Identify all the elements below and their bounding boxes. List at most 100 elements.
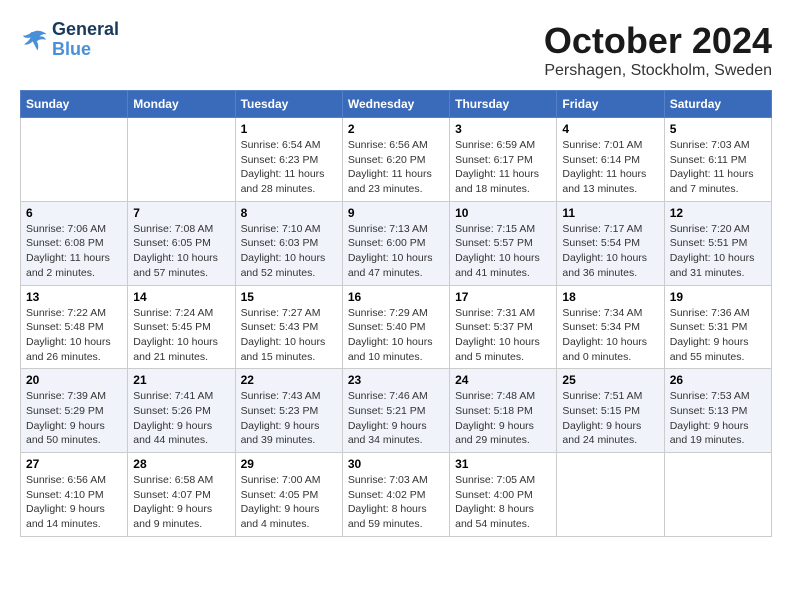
calendar-cell: 12Sunrise: 7:20 AMSunset: 5:51 PMDayligh… xyxy=(664,201,771,285)
week-row-5: 27 Sunrise: 6:56 AMSunset: 4:10 PMDayligh… xyxy=(21,453,772,537)
week-row-3: 13 Sunrise: 7:22 AMSunset: 5:48 PMDayligh… xyxy=(21,285,772,369)
day-info: Sunrise: 7:00 AMSunset: 4:05 PMDaylight:… xyxy=(241,473,337,532)
day-info: Sunrise: 7:51 AMSunset: 5:15 PMDaylight:… xyxy=(562,389,658,448)
day-number: 31 xyxy=(455,457,551,471)
day-number: 22 xyxy=(241,373,337,387)
calendar-cell: 16 Sunrise: 7:29 AMSunset: 5:40 PMDayligh… xyxy=(342,285,449,369)
day-header-sunday: Sunday xyxy=(21,91,128,118)
day-number: 29 xyxy=(241,457,337,471)
day-number: 13 xyxy=(26,290,122,304)
calendar-cell: 1 Sunrise: 6:54 AMSunset: 6:23 PMDaylight… xyxy=(235,118,342,202)
day-info: Sunrise: 7:41 AMSunset: 5:26 PMDaylight:… xyxy=(133,389,229,448)
calendar-cell: 10 Sunrise: 7:15 AMSunset: 5:57 PMDayligh… xyxy=(450,201,557,285)
day-info: Sunrise: 6:54 AMSunset: 6:23 PMDaylight:… xyxy=(241,138,337,197)
day-number: 12 xyxy=(670,206,766,220)
calendar-cell: 28 Sunrise: 6:58 AMSunset: 4:07 PMDayligh… xyxy=(128,453,235,537)
calendar-cell: 19Sunrise: 7:36 AMSunset: 5:31 PMDayligh… xyxy=(664,285,771,369)
day-info: Sunrise: 7:34 AMSunset: 5:34 PMDaylight:… xyxy=(562,306,658,365)
day-info: Sunrise: 6:56 AMSunset: 4:10 PMDaylight:… xyxy=(26,473,122,532)
calendar-cell: 22 Sunrise: 7:43 AMSunset: 5:23 PMDayligh… xyxy=(235,369,342,453)
month-title: October 2024 xyxy=(544,20,772,62)
logo-icon xyxy=(20,26,48,54)
day-header-thursday: Thursday xyxy=(450,91,557,118)
day-info: Sunrise: 7:17 AMSunset: 5:54 PMDaylight:… xyxy=(562,222,658,281)
day-info: Sunrise: 7:15 AMSunset: 5:57 PMDaylight:… xyxy=(455,222,551,281)
logo-text: General Blue xyxy=(52,20,119,60)
calendar-cell: 20Sunrise: 7:39 AMSunset: 5:29 PMDayligh… xyxy=(21,369,128,453)
day-number: 21 xyxy=(133,373,229,387)
calendar-cell: 30Sunrise: 7:03 AMSunset: 4:02 PMDayligh… xyxy=(342,453,449,537)
calendar-cell: 26 Sunrise: 7:53 AMSunset: 5:13 PMDayligh… xyxy=(664,369,771,453)
calendar-cell: 31 Sunrise: 7:05 AMSunset: 4:00 PMDayligh… xyxy=(450,453,557,537)
day-info: Sunrise: 7:22 AMSunset: 5:48 PMDaylight:… xyxy=(26,306,122,365)
day-info: Sunrise: 6:56 AMSunset: 6:20 PMDaylight:… xyxy=(348,138,444,197)
day-info: Sunrise: 7:05 AMSunset: 4:00 PMDaylight:… xyxy=(455,473,551,532)
day-number: 4 xyxy=(562,122,658,136)
calendar-cell: 25 Sunrise: 7:51 AMSunset: 5:15 PMDayligh… xyxy=(557,369,664,453)
calendar-cell: 6Sunrise: 7:06 AMSunset: 6:08 PMDaylight… xyxy=(21,201,128,285)
header-row: SundayMondayTuesdayWednesdayThursdayFrid… xyxy=(21,91,772,118)
day-number: 3 xyxy=(455,122,551,136)
day-number: 26 xyxy=(670,373,766,387)
day-header-saturday: Saturday xyxy=(664,91,771,118)
day-number: 8 xyxy=(241,206,337,220)
day-info: Sunrise: 7:08 AMSunset: 6:05 PMDaylight:… xyxy=(133,222,229,281)
day-number: 7 xyxy=(133,206,229,220)
day-info: Sunrise: 7:46 AMSunset: 5:21 PMDaylight:… xyxy=(348,389,444,448)
calendar-cell xyxy=(557,453,664,537)
day-info: Sunrise: 7:43 AMSunset: 5:23 PMDaylight:… xyxy=(241,389,337,448)
day-number: 27 xyxy=(26,457,122,471)
day-number: 16 xyxy=(348,290,444,304)
day-number: 17 xyxy=(455,290,551,304)
page-header: General Blue October 2024 Pershagen, Sto… xyxy=(20,20,772,80)
day-number: 28 xyxy=(133,457,229,471)
calendar-cell: 13 Sunrise: 7:22 AMSunset: 5:48 PMDayligh… xyxy=(21,285,128,369)
day-number: 9 xyxy=(348,206,444,220)
location-title: Pershagen, Stockholm, Sweden xyxy=(544,62,772,80)
day-info: Sunrise: 7:01 AMSunset: 6:14 PMDaylight:… xyxy=(562,138,658,197)
day-info: Sunrise: 7:27 AMSunset: 5:43 PMDaylight:… xyxy=(241,306,337,365)
calendar-cell: 23 Sunrise: 7:46 AMSunset: 5:21 PMDayligh… xyxy=(342,369,449,453)
day-number: 2 xyxy=(348,122,444,136)
week-row-2: 6Sunrise: 7:06 AMSunset: 6:08 PMDaylight… xyxy=(21,201,772,285)
day-number: 10 xyxy=(455,206,551,220)
day-number: 6 xyxy=(26,206,122,220)
calendar-cell xyxy=(21,118,128,202)
day-number: 19 xyxy=(670,290,766,304)
day-number: 15 xyxy=(241,290,337,304)
day-info: Sunrise: 7:29 AMSunset: 5:40 PMDaylight:… xyxy=(348,306,444,365)
calendar-cell xyxy=(664,453,771,537)
calendar-cell: 11 Sunrise: 7:17 AMSunset: 5:54 PMDayligh… xyxy=(557,201,664,285)
calendar-cell: 2 Sunrise: 6:56 AMSunset: 6:20 PMDaylight… xyxy=(342,118,449,202)
day-header-wednesday: Wednesday xyxy=(342,91,449,118)
day-number: 25 xyxy=(562,373,658,387)
day-info: Sunrise: 7:03 AMSunset: 6:11 PMDaylight:… xyxy=(670,138,766,197)
logo: General Blue xyxy=(20,20,119,60)
day-info: Sunrise: 7:13 AMSunset: 6:00 PMDaylight:… xyxy=(348,222,444,281)
day-number: 11 xyxy=(562,206,658,220)
calendar-cell: 7 Sunrise: 7:08 AMSunset: 6:05 PMDaylight… xyxy=(128,201,235,285)
calendar-cell xyxy=(128,118,235,202)
day-info: Sunrise: 7:24 AMSunset: 5:45 PMDaylight:… xyxy=(133,306,229,365)
calendar-cell: 21 Sunrise: 7:41 AMSunset: 5:26 PMDayligh… xyxy=(128,369,235,453)
calendar-cell: 15 Sunrise: 7:27 AMSunset: 5:43 PMDayligh… xyxy=(235,285,342,369)
day-info: Sunrise: 7:03 AMSunset: 4:02 PMDaylight:… xyxy=(348,473,444,532)
day-info: Sunrise: 7:48 AMSunset: 5:18 PMDaylight:… xyxy=(455,389,551,448)
calendar-cell: 9 Sunrise: 7:13 AMSunset: 6:00 PMDaylight… xyxy=(342,201,449,285)
day-number: 20 xyxy=(26,373,122,387)
title-block: October 2024 Pershagen, Stockholm, Swede… xyxy=(544,20,772,80)
day-info: Sunrise: 7:53 AMSunset: 5:13 PMDaylight:… xyxy=(670,389,766,448)
calendar-cell: 29 Sunrise: 7:00 AMSunset: 4:05 PMDayligh… xyxy=(235,453,342,537)
day-info: Sunrise: 6:58 AMSunset: 4:07 PMDaylight:… xyxy=(133,473,229,532)
calendar-cell: 17Sunrise: 7:31 AMSunset: 5:37 PMDayligh… xyxy=(450,285,557,369)
day-number: 23 xyxy=(348,373,444,387)
week-row-1: 1 Sunrise: 6:54 AMSunset: 6:23 PMDaylight… xyxy=(21,118,772,202)
day-number: 1 xyxy=(241,122,337,136)
calendar-cell: 18 Sunrise: 7:34 AMSunset: 5:34 PMDayligh… xyxy=(557,285,664,369)
week-row-4: 20Sunrise: 7:39 AMSunset: 5:29 PMDayligh… xyxy=(21,369,772,453)
calendar-cell: 14Sunrise: 7:24 AMSunset: 5:45 PMDayligh… xyxy=(128,285,235,369)
day-number: 18 xyxy=(562,290,658,304)
calendar-cell: 5Sunrise: 7:03 AMSunset: 6:11 PMDaylight… xyxy=(664,118,771,202)
day-info: Sunrise: 7:10 AMSunset: 6:03 PMDaylight:… xyxy=(241,222,337,281)
day-header-tuesday: Tuesday xyxy=(235,91,342,118)
